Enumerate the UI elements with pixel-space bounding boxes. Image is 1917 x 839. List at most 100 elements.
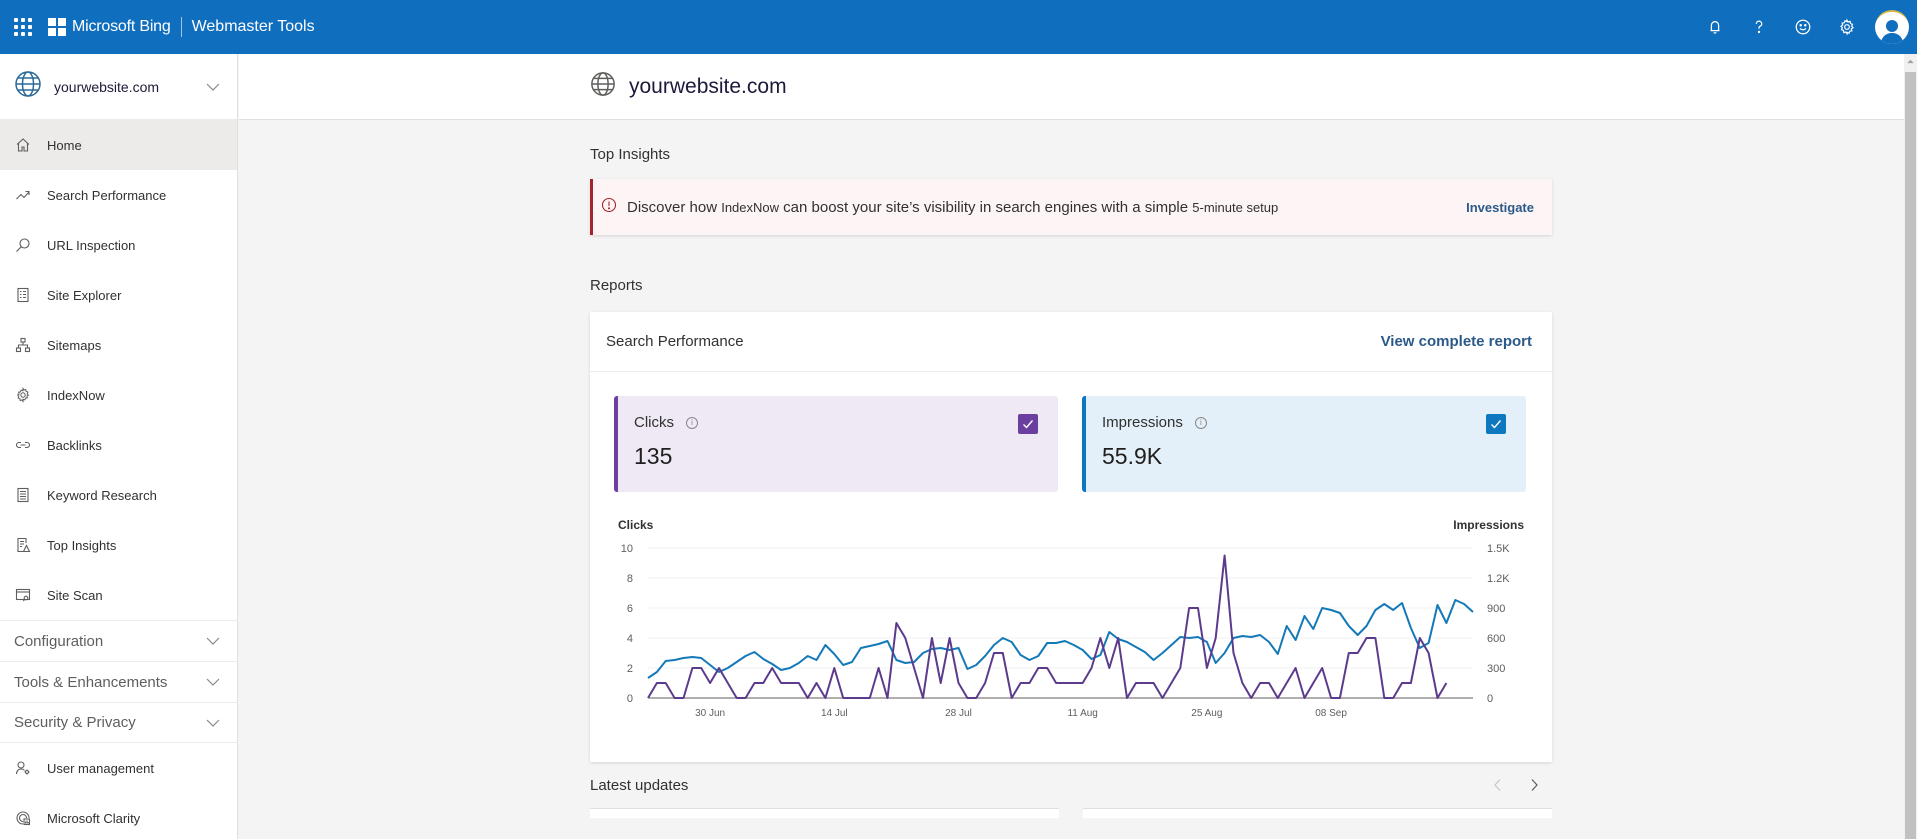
performance-chart: Clicks Impressions 0 2 4 6 8 10 0 300 600 900 1.2K… (590, 508, 1552, 762)
sidebar-item-label: Sitemaps (47, 337, 102, 353)
top-insights-heading: Top Insights (590, 146, 671, 163)
site-scan-icon (14, 586, 32, 604)
chart-canvas: 0 2 4 6 8 10 0 300 600 900 1.2K 1.5K 30 Jun 14 Jul 28 … (621, 543, 1511, 719)
chevron-down-icon (206, 637, 220, 645)
metric-label: Impressions (1102, 414, 1183, 431)
search-icon (14, 236, 32, 254)
group-label: Security & Privacy (14, 714, 136, 731)
microsoft-logo (48, 18, 66, 36)
sidebar-item-site-scan[interactable]: Site Scan (0, 570, 237, 620)
group-label: Tools & Enhancements (14, 673, 168, 691)
right-axis-tick-label: 1.5K (1487, 543, 1510, 555)
chevron-down-icon[interactable] (205, 79, 221, 95)
update-card[interactable] (1083, 808, 1552, 818)
alert-icon (601, 197, 617, 218)
x-axis-tick-label: 14 Jul (821, 708, 848, 719)
sidebar-item-backlinks[interactable]: Backlinks (0, 420, 237, 470)
sidebar-item-user-management[interactable]: User management (0, 743, 237, 793)
help-icon[interactable] (1737, 0, 1781, 54)
sidebar-item-label: IndexNow (47, 387, 105, 403)
globe-icon (14, 70, 42, 103)
left-axis-tick-label: 8 (627, 573, 633, 585)
site-selector[interactable]: yourwebsite.com (0, 54, 237, 120)
site-name: yourwebsite.com (54, 78, 160, 95)
next-button[interactable] (1516, 770, 1552, 800)
latest-updates-cards (590, 808, 1552, 818)
sidebar-item-label: Microsoft Clarity (47, 810, 141, 826)
sidebar-item-microsoft-clarity[interactable]: Microsoft Clarity (0, 793, 237, 839)
sidebar-item-home[interactable]: Home (0, 120, 237, 170)
product-name[interactable]: Webmaster Tools (192, 18, 315, 36)
latest-updates-heading: Latest updates (590, 776, 689, 794)
clicks-metric-card[interactable]: Clicks i 135 (614, 396, 1058, 492)
sidebar-item-label: Site Scan (47, 587, 103, 603)
sidebar-item-label: Home (47, 137, 82, 153)
search-performance-card: Search Performance View complete report … (590, 312, 1552, 762)
right-axis-tick-label: 600 (1487, 633, 1505, 645)
reports-heading: Reports (590, 277, 643, 294)
report-title: Search Performance (606, 333, 744, 350)
insight-message: Discover how IndexNow can boost your sit… (627, 199, 1466, 216)
x-axis-tick-label: 30 Jun (695, 708, 725, 719)
user-avatar[interactable] (1875, 10, 1909, 44)
sidebar-item-label: URL Inspection (47, 237, 136, 253)
sidebar-item-indexnow[interactable]: IndexNow (0, 370, 237, 420)
sidebar-group-configuration[interactable]: Configuration (0, 620, 237, 661)
sidebar-group-security-privacy[interactable]: Security & Privacy (0, 702, 237, 743)
view-complete-report-link[interactable]: View complete report (1381, 333, 1532, 350)
insight-highlight: 5-minute setup (1192, 199, 1279, 215)
sidebar-item-site-explorer[interactable]: Site Explorer (0, 270, 237, 320)
page-header: yourwebsite.com (239, 54, 1904, 120)
brand-name[interactable]: Microsoft Bing (72, 18, 171, 36)
info-icon[interactable]: i (1194, 416, 1207, 429)
left-axis-tick-label: 2 (627, 663, 633, 675)
bell-icon[interactable] (1693, 0, 1737, 54)
sidebar-item-label: Search Performance (47, 187, 167, 203)
sitemap-icon (14, 336, 32, 354)
clarity-icon (14, 809, 32, 827)
sidebar-item-url-inspection[interactable]: URL Inspection (0, 220, 237, 270)
x-axis-tick-label: 28 Jul (945, 708, 972, 719)
right-axis-tick-label: 1.2K (1487, 573, 1510, 585)
page-title: yourwebsite.com (629, 74, 787, 98)
document-list-icon (14, 286, 32, 304)
document-lines-icon (14, 486, 32, 504)
scroll-up-arrow[interactable] (1904, 54, 1917, 68)
sidebar-item-sitemaps[interactable]: Sitemaps (0, 320, 237, 370)
metric-value: 55.9K (1102, 443, 1163, 469)
info-icon[interactable]: i (686, 416, 698, 429)
left-axis-title: Clicks (618, 518, 654, 532)
checkmark-icon (1491, 420, 1502, 429)
report-header: Search Performance View complete report (590, 312, 1552, 372)
insight-highlight: IndexNow (721, 199, 780, 215)
trending-up-icon (14, 186, 32, 204)
sidebar-item-top-insights[interactable]: Top Insights (0, 520, 237, 570)
page-scrollbar[interactable] (1904, 54, 1917, 839)
checkmark-icon (1023, 420, 1034, 429)
update-card[interactable] (590, 808, 1059, 818)
sidebar-group-tools-enhancements[interactable]: Tools & Enhancements (0, 661, 237, 702)
latest-pager (1480, 770, 1552, 800)
sidebar-item-keyword-research[interactable]: Keyword Research (0, 470, 237, 520)
sidebar-item-search-performance[interactable]: Search Performance (0, 170, 237, 220)
metric-label: Clicks (634, 414, 674, 431)
right-axis-tick-label: 900 (1487, 603, 1505, 615)
right-axis-title: Impressions (1453, 518, 1524, 532)
clicks-series-line (647, 554, 1448, 699)
clicks-checkbox[interactable] (1018, 414, 1038, 434)
impressions-checkbox[interactable] (1486, 414, 1506, 434)
link-icon (14, 436, 32, 454)
feedback-smiley-icon[interactable] (1781, 0, 1825, 54)
sidebar-item-label: Keyword Research (47, 487, 157, 503)
previous-button[interactable] (1480, 770, 1516, 800)
sidebar-item-label: Top Insights (47, 537, 117, 553)
insight-text: Discover how (627, 198, 722, 216)
waffle-icon[interactable] (12, 16, 34, 38)
main-content: yourwebsite.com Top Insights Discover ho… (239, 54, 1904, 839)
impressions-metric-card[interactable]: Impressions i 55.9K (1082, 396, 1526, 492)
chevron-down-icon (206, 678, 220, 686)
left-axis-tick-label: 10 (621, 543, 633, 555)
scrollbar-thumb[interactable] (1905, 72, 1916, 839)
settings-gear-icon[interactable] (1825, 0, 1869, 54)
investigate-link[interactable]: Investigate (1466, 200, 1534, 215)
